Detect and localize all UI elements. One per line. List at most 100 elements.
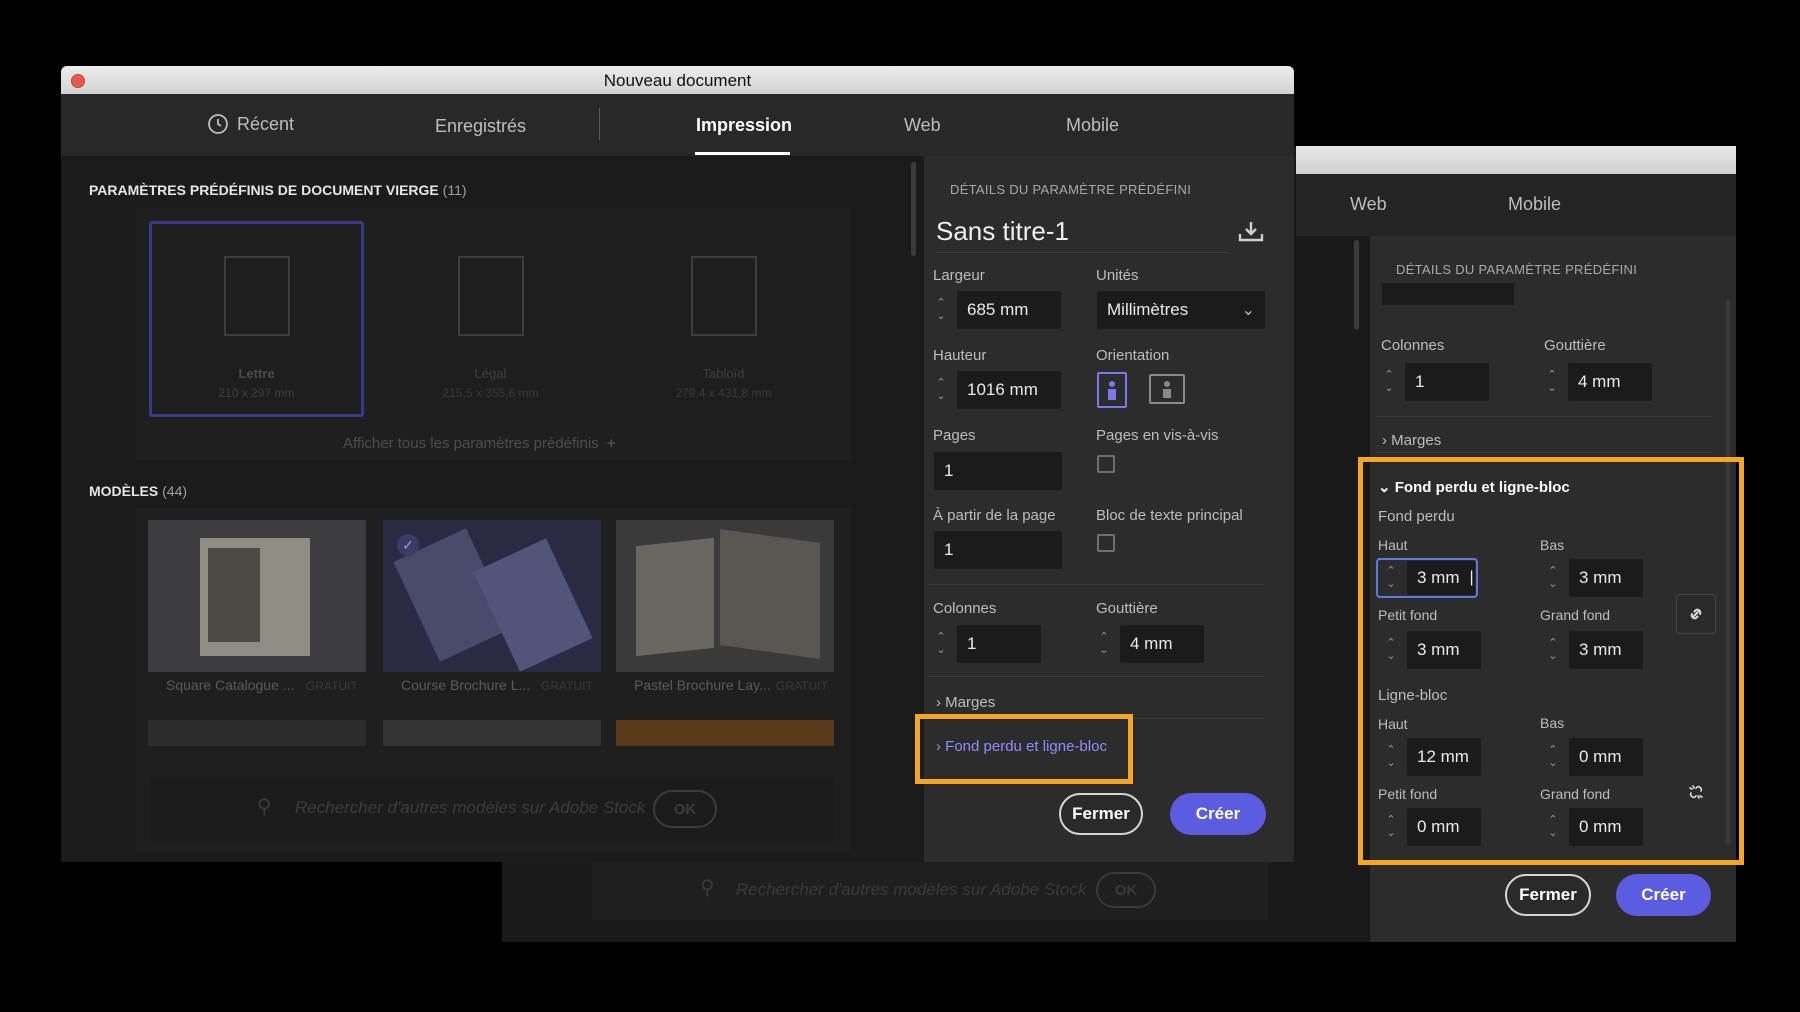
colonnes-input[interactable]: 1 [956,624,1042,664]
preset-size: 215,5 x 355,6 mm [442,386,539,400]
zoom-lb-unlink-button[interactable] [1682,778,1710,806]
zoom-creer-button[interactable]: Créer [1616,874,1711,916]
left-scrollbar[interactable] [911,162,916,256]
zoom-tab-mobile[interactable]: Mobile [1508,194,1561,215]
text-cursor: | [1469,569,1474,586]
window-title: Nouveau document [603,71,752,90]
gouttiere-stepper[interactable]: ⌃ ⌄ [1091,624,1117,664]
zoom-fp-link-button[interactable] [1676,594,1716,634]
zoom-colonnes-stepper[interactable]: ⌃ ⌄ [1376,362,1402,402]
landscape-orientation-button[interactable] [1149,374,1185,404]
zoom-search-ok-button[interactable]: OK [1096,872,1156,908]
zoom-gouttiere-stepper[interactable]: ⌃ ⌄ [1539,362,1565,402]
zoom-lb-petit-input[interactable]: 0 mm [1406,807,1482,847]
portrait-icon [1108,381,1116,400]
templates-heading: MODÈLES (44) [89,483,187,499]
zoom-lb-bas-stepper[interactable]: ⌃ ⌄ [1540,737,1566,777]
main-window: Nouveau document Récent Enregistrés Impr… [61,66,1294,862]
largeur-input[interactable]: 685 mm [956,290,1062,330]
zoom-fp-haut-stepper[interactable]: ⌃ ⌄ [1378,558,1404,598]
document-name-input[interactable]: Sans titre-1 [936,216,1069,247]
tab-recent[interactable]: Récent [207,113,294,135]
template-name: Square Catalogue ... [166,677,295,693]
colonnes-stepper[interactable]: ⌃ ⌄ [928,624,954,664]
tab-print[interactable]: Impression [696,115,792,136]
tab-recent-label: Récent [237,113,295,134]
templates-heading-text: MODÈLES [89,483,159,499]
vis-a-vis-checkbox[interactable] [1097,455,1115,473]
preset-card-legal[interactable]: Légal 215,5 x 355,6 mm [383,221,598,417]
zoom-fp-bas-label: Bas [1540,537,1565,553]
zoom-fp-petit-input[interactable]: 3 mm [1406,630,1482,670]
largeur-label: Largeur [933,267,985,284]
zoom-scrollbar[interactable] [1354,240,1359,330]
marges-label: Marges [945,694,996,711]
zoom-fermer-button[interactable]: Fermer [1505,874,1591,916]
template-thumbnail: ✓ [383,520,601,672]
template-thumbnail [148,520,366,672]
zoom-fp-grand-input[interactable]: 3 mm [1568,630,1644,670]
zoom-section-toggle[interactable]: ⌄ Fond perdu et ligne-bloc [1378,478,1570,496]
fermer-button[interactable]: Fermer [1059,793,1143,835]
landscape-icon [1163,381,1171,398]
template-card-pastel[interactable]: Pastel Brochure Lay... GRATUIT [616,520,834,696]
template-card-row2[interactable] [148,720,366,746]
zoom-colonnes-input[interactable]: 1 [1404,362,1490,402]
show-all-presets-link[interactable]: Afficher tous les paramètres prédéfinis … [343,435,616,452]
pages-input[interactable]: 1 [933,451,1063,491]
preset-card-lettre[interactable]: Lettre 210 x 297 mm [149,221,364,417]
chevron-right-icon: › [936,738,941,755]
zoom-gouttiere-input[interactable]: 4 mm [1567,362,1653,402]
brochure-image [720,528,820,660]
details-divider [928,584,1264,585]
zoom-fp-bas-input[interactable]: 3 mm [1568,558,1644,598]
zoom-section-title: Fond perdu et ligne-bloc [1394,479,1570,496]
zoom-marges-toggle[interactable]: › Marges [1382,432,1441,449]
bloc-texte-checkbox[interactable] [1097,534,1115,552]
template-card-square[interactable]: Square Catalogue ... GRATUIT [148,520,366,696]
template-card-course[interactable]: ✓ Course Brochure L... GRATUIT [383,520,601,696]
zoom-lb-petit-stepper[interactable]: ⌃ ⌄ [1378,807,1404,847]
brochure-image [636,537,714,657]
tab-saved[interactable]: Enregistrés [435,116,526,137]
hauteur-stepper[interactable]: ⌃ ⌄ [928,370,954,410]
search-ok-button[interactable]: OK [653,790,717,828]
tab-print-underline [695,152,790,155]
zoom-ligne-bloc-label: Ligne-bloc [1378,687,1448,704]
zoom-fp-haut-input[interactable]: 3 mm | [1406,560,1476,596]
creer-button[interactable]: Créer [1170,793,1266,835]
chevron-right-icon: › [1382,432,1387,449]
partir-label: À partir de la page [933,507,1056,524]
template-name: Course Brochure L... [401,677,531,693]
largeur-stepper[interactable]: ⌃ ⌄ [928,290,954,330]
marges-toggle[interactable]: › Marges [936,694,995,711]
partir-input[interactable]: 1 [933,530,1063,570]
broken-link-icon [1689,785,1703,799]
search-input[interactable]: Rechercher d'autres modèles sur Adobe St… [295,798,645,818]
hauteur-input[interactable]: 1016 mm [956,370,1062,410]
template-card-row2[interactable] [383,720,601,746]
zoom-fp-petit-stepper[interactable]: ⌃ ⌄ [1378,630,1404,670]
fond-perdu-toggle[interactable]: › Fond perdu et ligne-bloc [936,738,1107,755]
tab-mobile[interactable]: Mobile [1066,115,1119,136]
unites-select[interactable]: Millimètres ⌄ [1096,290,1266,330]
zoom-divider-2 [1376,452,1712,453]
zoom-lb-grand-stepper[interactable]: ⌃ ⌄ [1540,807,1566,847]
page-shape-icon [224,256,290,336]
zoom-lb-haut-input[interactable]: 12 mm [1406,737,1482,777]
document-name-underline [936,252,1228,253]
zoom-lb-haut-stepper[interactable]: ⌃ ⌄ [1378,737,1404,777]
zoom-fp-grand-stepper[interactable]: ⌃ ⌄ [1540,630,1566,670]
clock-icon [208,114,228,134]
zoom-search-input[interactable]: Rechercher d'autres modèles sur Adobe St… [736,880,1086,900]
zoom-lb-grand-input[interactable]: 0 mm [1568,807,1644,847]
tab-web[interactable]: Web [904,115,941,136]
zoom-fp-bas-stepper[interactable]: ⌃ ⌄ [1540,558,1566,598]
save-preset-icon[interactable] [1237,220,1265,244]
zoom-tab-web[interactable]: Web [1350,194,1387,215]
preset-card-tabloid[interactable]: Tabloïd 279,4 x 431,8 mm [616,221,831,417]
gouttiere-input[interactable]: 4 mm [1119,624,1205,664]
zoom-lb-bas-input[interactable]: 0 mm [1568,737,1644,777]
portrait-orientation-button[interactable] [1097,372,1127,408]
template-card-row2[interactable] [616,720,834,746]
